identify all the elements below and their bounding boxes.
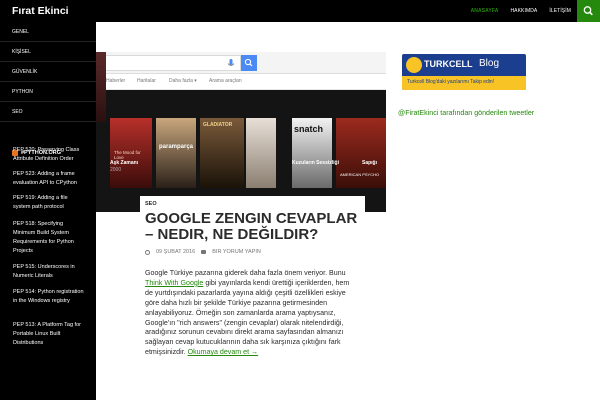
google-search-button	[241, 55, 257, 71]
comment-icon	[201, 250, 207, 254]
google-header	[96, 52, 386, 74]
feed-item[interactable]: PEP 520: Preserving Class Attribute Defi…	[13, 146, 85, 164]
feed-item[interactable]: PEP 523: Adding a frame evaluation API t…	[13, 170, 85, 188]
poster-caption: Aşk Zamanı	[110, 160, 139, 166]
movie-poster: paramparça	[156, 118, 196, 188]
primary-nav: ANASAYFA HAKKIMDA İLETİŞİM	[465, 0, 577, 22]
featured-image[interactable]: Haberler Haritalar Daha fazla ▾ Arama ar…	[96, 52, 386, 212]
excerpt-text: Google Türkiye pazarına giderek daha faz…	[145, 269, 346, 277]
turkcell-logo-icon	[406, 57, 422, 73]
poster-caption: Kuzuların Sessizliği	[292, 160, 339, 166]
nav-item-iletisim[interactable]: İLETİŞİM	[543, 8, 577, 14]
banner-subtitle: Turkcell Blog'daki yazılarımı Takip edin…	[407, 79, 495, 85]
microphone-icon	[227, 59, 235, 66]
post-category-link[interactable]: SEO	[145, 201, 157, 207]
banner-word: Blog	[479, 58, 500, 69]
poster-title: snatch	[294, 124, 324, 134]
google-search-box	[96, 55, 241, 71]
feed-item[interactable]: PEP 513: A Platform Tag for Portable Lin…	[13, 321, 85, 348]
google-tab: Daha fazla ▾	[169, 78, 197, 84]
feed-item[interactable]: PEP 515: Underscores in Numeric Literals	[13, 263, 85, 281]
nav-item-hakkimda[interactable]: HAKKIMDA	[504, 8, 543, 14]
clock-icon	[145, 249, 150, 255]
post-title[interactable]: GOOGLE ZENGIN CEVAPLAR – NEDIR, NE DEĞIL…	[145, 211, 360, 243]
left-sidebar: GENEL KİŞİSEL GÜVENLİK PYTHON SEO #PYTHO…	[0, 22, 96, 400]
feed-item[interactable]: PEP 514: Python registration in the Wind…	[13, 288, 85, 306]
think-with-google-link[interactable]: Think With Google	[145, 279, 203, 287]
search-icon	[583, 6, 593, 16]
search-icon	[244, 58, 253, 67]
google-tabs: Haberler Haritalar Daha fazla ▾ Arama ar…	[96, 74, 386, 90]
google-tab: Arama araçları	[209, 78, 242, 84]
movie-poster: GLADIATOR	[200, 118, 244, 188]
movie-poster	[246, 118, 276, 188]
twitter-timeline-link[interactable]: @FiratEkinci tarafından gönderilen tweet…	[398, 109, 534, 117]
nav-item-anasayfa[interactable]: ANASAYFA	[465, 8, 505, 14]
sidebar-item-seo[interactable]: SEO	[0, 102, 96, 122]
movie-poster	[96, 52, 106, 122]
poster-caption: Sapığı	[362, 160, 378, 166]
read-more-link[interactable]: Okumaya devam et →	[188, 348, 259, 356]
sidebar-item-genel[interactable]: GENEL	[0, 22, 96, 42]
turkcell-blog-banner[interactable]: TURKCELL Blog Turkcell Blog'daki yazılar…	[402, 54, 526, 90]
leave-comment-link[interactable]: BIR YORUM YAPIN	[212, 249, 261, 255]
google-tab: Haritalar	[137, 78, 156, 84]
movie-poster: snatch	[292, 118, 332, 188]
banner-brand: TURKCELL	[424, 59, 473, 69]
feed-item[interactable]: PEP 519: Adding a file system path proto…	[13, 194, 85, 212]
movie-poster: The Mood for Love	[110, 118, 152, 188]
poster-title: paramparça	[159, 144, 194, 150]
feed-item[interactable]: PEP 518: Specifying Minimum Build System…	[13, 220, 85, 256]
poster-title: The Mood for Love	[114, 150, 141, 160]
excerpt-text: gibi yayınlarda kendi ürettiği içerikler…	[145, 278, 350, 357]
google-tab: Haberler	[106, 78, 126, 84]
sidebar-item-python[interactable]: PYTHON	[0, 82, 96, 102]
site-title[interactable]: Fırat Ekinci	[0, 5, 96, 17]
poster-year: 2000	[110, 167, 122, 173]
post-excerpt: Google Türkiye pazarına giderek daha faz…	[145, 269, 359, 358]
search-toggle-button[interactable]	[577, 0, 600, 22]
poster-title: GLADIATOR	[203, 122, 233, 128]
poster-title: AMERICAN PSYCHO	[340, 172, 380, 177]
sidebar-item-kisisel[interactable]: KİŞİSEL	[0, 42, 96, 62]
movie-poster: AMERICAN PSYCHO	[336, 118, 386, 188]
post-meta: 09 ŞUBAT 2016 BIR YORUM YAPIN	[145, 249, 261, 255]
sidebar-item-guvenlik[interactable]: GÜVENLİK	[0, 62, 96, 82]
post-date[interactable]: 09 ŞUBAT 2016	[156, 249, 195, 255]
